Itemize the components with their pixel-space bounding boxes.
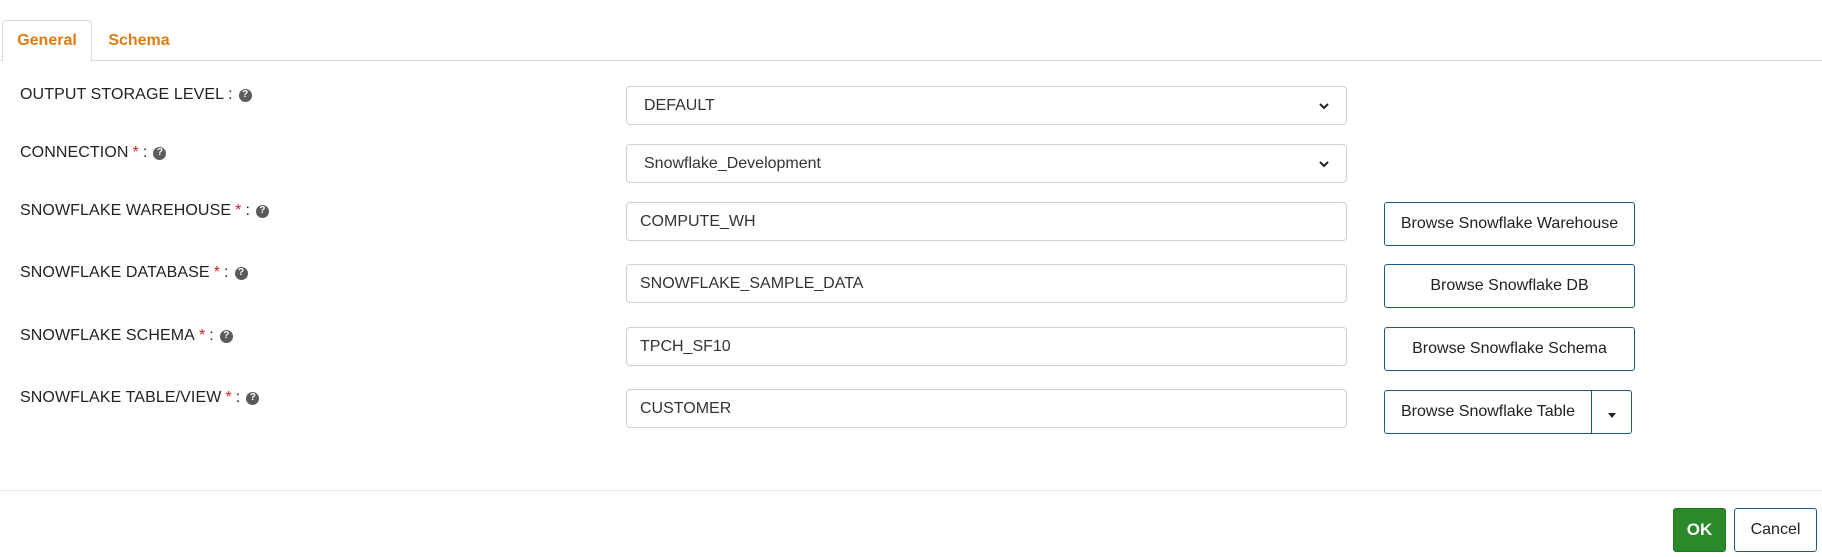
tab-general[interactable]: General [2,20,92,62]
browse-table-split-button: Browse Snowflake Table [1384,390,1632,434]
output-storage-level-value: DEFAULT [644,96,715,114]
output-storage-level-select[interactable]: DEFAULT [626,86,1347,125]
chevron-down-icon [1319,102,1329,109]
database-label: SNOWFLAKE DATABASE * : ? [20,264,248,282]
database-input[interactable]: SNOWFLAKE_SAMPLE_DATA [626,264,1347,303]
table-label-text: SNOWFLAKE TABLE/VIEW [20,389,222,406]
connection-label: CONNECTION * : ? [20,144,167,162]
connection-select[interactable]: Snowflake_Development [626,144,1347,183]
warehouse-label-text: SNOWFLAKE WAREHOUSE [20,202,232,219]
help-icon[interactable]: ? [256,204,269,218]
browse-schema-button[interactable]: Browse Snowflake Schema [1384,327,1635,371]
required-marker: * [235,202,242,219]
help-icon[interactable]: ? [153,146,167,160]
cancel-button[interactable]: Cancel [1734,508,1817,552]
tab-schema[interactable]: Schema [98,20,180,62]
chevron-down-icon [1319,160,1329,167]
ok-button[interactable]: OK [1673,508,1726,552]
browse-table-dropdown-toggle[interactable] [1592,391,1631,433]
table-label: SNOWFLAKE TABLE/VIEW * : ? [20,389,260,407]
caret-down-icon [1607,412,1616,418]
schema-label-text: SNOWFLAKE SCHEMA [20,327,195,344]
connection-label-text: CONNECTION [20,144,129,161]
required-marker: * [198,327,206,344]
help-icon[interactable]: ? [219,329,233,343]
label-colon: : [228,86,233,103]
footer-divider [0,490,1822,491]
tab-bar: General Schema [0,0,1822,62]
help-icon[interactable]: ? [238,88,252,102]
label-colon: : [245,202,250,219]
warehouse-value: COMPUTE_WH [640,212,756,230]
label-colon: : [224,264,229,281]
browse-database-button[interactable]: Browse Snowflake DB [1384,264,1635,308]
required-marker: * [132,144,139,161]
label-colon: : [209,327,214,344]
output-storage-level-label-text: OUTPUT STORAGE LEVEL [20,86,225,103]
browse-warehouse-button[interactable]: Browse Snowflake Warehouse [1384,202,1635,246]
database-value: SNOWFLAKE_SAMPLE_DATA [640,274,864,292]
table-input[interactable]: CUSTOMER [626,389,1347,428]
warehouse-input[interactable]: COMPUTE_WH [626,202,1347,241]
required-marker: * [225,389,232,406]
browse-table-button[interactable]: Browse Snowflake Table [1385,391,1592,433]
label-colon: : [142,144,148,161]
warehouse-label: SNOWFLAKE WAREHOUSE * : ? [20,202,269,220]
required-marker: * [213,264,221,281]
help-icon[interactable]: ? [246,391,260,405]
output-storage-level-label: OUTPUT STORAGE LEVEL : ? [20,86,252,104]
label-colon: : [235,389,241,406]
table-value: CUSTOMER [640,399,732,417]
database-label-text: SNOWFLAKE DATABASE [20,264,210,281]
schema-value: TPCH_SF10 [640,337,731,355]
connection-value: Snowflake_Development [644,154,821,172]
schema-input[interactable]: TPCH_SF10 [626,327,1347,366]
help-icon[interactable]: ? [234,266,248,280]
schema-label: SNOWFLAKE SCHEMA * : ? [20,327,233,345]
